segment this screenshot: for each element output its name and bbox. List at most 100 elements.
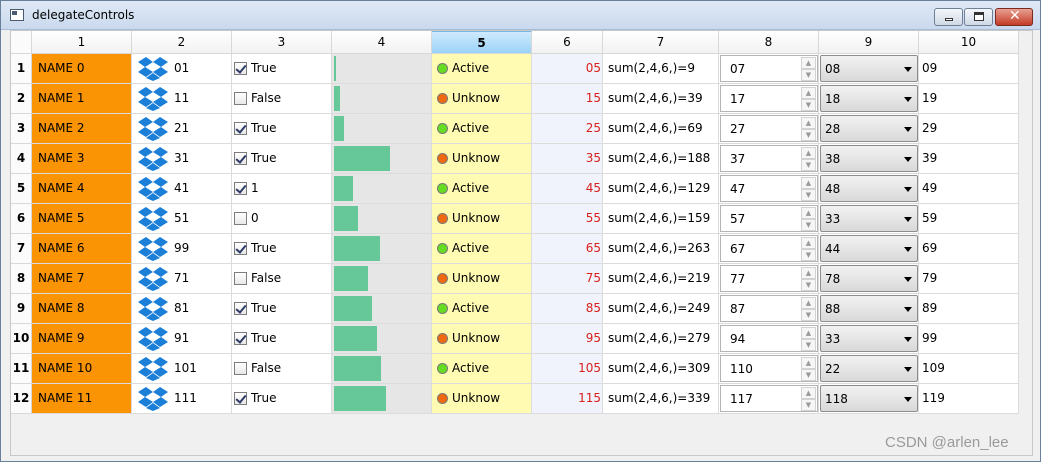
progress-cell[interactable] xyxy=(332,294,432,324)
checkbox[interactable] xyxy=(234,302,247,315)
progress-cell[interactable] xyxy=(332,324,432,354)
last-cell[interactable]: 29 xyxy=(919,114,1019,144)
spin-down-icon[interactable]: ▼ xyxy=(801,249,816,261)
value-cell[interactable]: 95 xyxy=(532,324,603,354)
status-cell[interactable]: Active xyxy=(432,234,532,264)
checkbox-cell[interactable]: False xyxy=(232,354,332,384)
status-cell[interactable]: Active xyxy=(432,114,532,144)
dropdown-arrow-icon[interactable] xyxy=(904,187,912,192)
status-cell[interactable]: Unknow xyxy=(432,84,532,114)
last-cell[interactable]: 109 xyxy=(919,354,1019,384)
checkbox-cell[interactable]: 0 xyxy=(232,204,332,234)
minimize-button[interactable] xyxy=(934,8,963,26)
combobox[interactable]: 28 xyxy=(820,115,918,142)
spin-down-icon[interactable]: ▼ xyxy=(801,279,816,291)
sum-cell[interactable]: sum(2,4,6,)=339 xyxy=(603,384,719,414)
checkbox-cell[interactable]: True xyxy=(232,384,332,414)
checkbox-cell[interactable]: True xyxy=(232,114,332,144)
combobox[interactable]: 44 xyxy=(820,235,918,262)
spin-up-icon[interactable]: ▲ xyxy=(801,237,816,249)
icon-cell[interactable]: 41 xyxy=(132,174,232,204)
close-button[interactable]: ✕ xyxy=(995,8,1033,26)
checkbox-cell[interactable]: False xyxy=(232,264,332,294)
last-cell[interactable]: 69 xyxy=(919,234,1019,264)
sum-cell[interactable]: sum(2,4,6,)=129 xyxy=(603,174,719,204)
value-cell[interactable]: 65 xyxy=(532,234,603,264)
spin-down-icon[interactable]: ▼ xyxy=(801,129,816,141)
last-cell[interactable]: 99 xyxy=(919,324,1019,354)
spin-up-icon[interactable]: ▲ xyxy=(801,297,816,309)
row-header[interactable]: 3 xyxy=(11,114,32,144)
sum-cell[interactable]: sum(2,4,6,)=309 xyxy=(603,354,719,384)
row-header[interactable]: 4 xyxy=(11,144,32,174)
name-cell[interactable]: NAME 7 xyxy=(32,264,132,294)
sum-cell[interactable]: sum(2,4,6,)=69 xyxy=(603,114,719,144)
name-cell[interactable]: NAME 6 xyxy=(32,234,132,264)
spinbox[interactable]: 117 ▲ ▼ xyxy=(720,385,818,412)
combobox[interactable]: 38 xyxy=(820,145,918,172)
checkbox-cell[interactable]: True xyxy=(232,324,332,354)
spinbox[interactable]: 87 ▲ ▼ xyxy=(720,295,818,322)
spin-up-icon[interactable]: ▲ xyxy=(801,327,816,339)
name-cell[interactable]: NAME 5 xyxy=(32,204,132,234)
last-cell[interactable]: 49 xyxy=(919,174,1019,204)
spinbox[interactable]: 57 ▲ ▼ xyxy=(720,205,818,232)
progress-cell[interactable] xyxy=(332,144,432,174)
icon-cell[interactable]: 111 xyxy=(132,384,232,414)
combobox[interactable]: 33 xyxy=(820,325,918,352)
progress-cell[interactable] xyxy=(332,264,432,294)
status-cell[interactable]: Active xyxy=(432,354,532,384)
dropdown-arrow-icon[interactable] xyxy=(904,307,912,312)
checkbox[interactable] xyxy=(234,272,247,285)
progress-cell[interactable] xyxy=(332,354,432,384)
value-cell[interactable]: 25 xyxy=(532,114,603,144)
checkbox-cell[interactable]: False xyxy=(232,84,332,114)
name-cell[interactable]: NAME 8 xyxy=(32,294,132,324)
column-header-3[interactable]: 3 xyxy=(232,31,332,54)
spin-up-icon[interactable]: ▲ xyxy=(801,147,816,159)
checkbox[interactable] xyxy=(234,212,247,225)
value-cell[interactable]: 105 xyxy=(532,354,603,384)
progress-cell[interactable] xyxy=(332,84,432,114)
last-cell[interactable]: 59 xyxy=(919,204,1019,234)
last-cell[interactable]: 09 xyxy=(919,54,1019,84)
combobox[interactable]: 118 xyxy=(820,385,918,412)
last-cell[interactable]: 119 xyxy=(919,384,1019,414)
status-cell[interactable]: Unknow xyxy=(432,324,532,354)
checkbox-cell[interactable]: True xyxy=(232,234,332,264)
icon-cell[interactable]: 51 xyxy=(132,204,232,234)
name-cell[interactable]: NAME 4 xyxy=(32,174,132,204)
spin-down-icon[interactable]: ▼ xyxy=(801,189,816,201)
checkbox-cell[interactable]: True xyxy=(232,54,332,84)
column-header-7[interactable]: 7 xyxy=(603,31,719,54)
progress-cell[interactable] xyxy=(332,384,432,414)
spin-up-icon[interactable]: ▲ xyxy=(801,117,816,129)
spin-up-icon[interactable]: ▲ xyxy=(801,177,816,189)
column-header-8[interactable]: 8 xyxy=(719,31,819,54)
last-cell[interactable]: 89 xyxy=(919,294,1019,324)
spin-down-icon[interactable]: ▼ xyxy=(801,99,816,111)
checkbox-cell[interactable]: True xyxy=(232,294,332,324)
spinbox[interactable]: 37 ▲ ▼ xyxy=(720,145,818,172)
checkbox-cell[interactable]: 1 xyxy=(232,174,332,204)
row-header[interactable]: 8 xyxy=(11,264,32,294)
icon-cell[interactable]: 01 xyxy=(132,54,232,84)
value-cell[interactable]: 55 xyxy=(532,204,603,234)
checkbox[interactable] xyxy=(234,182,247,195)
spin-up-icon[interactable]: ▲ xyxy=(801,267,816,279)
status-cell[interactable]: Unknow xyxy=(432,384,532,414)
checkbox[interactable] xyxy=(234,362,247,375)
combobox[interactable]: 88 xyxy=(820,295,918,322)
icon-cell[interactable]: 99 xyxy=(132,234,232,264)
dropdown-arrow-icon[interactable] xyxy=(904,127,912,132)
spin-down-icon[interactable]: ▼ xyxy=(801,309,816,321)
status-cell[interactable]: Active xyxy=(432,54,532,84)
spinbox[interactable]: 77 ▲ ▼ xyxy=(720,265,818,292)
row-header[interactable]: 5 xyxy=(11,174,32,204)
icon-cell[interactable]: 81 xyxy=(132,294,232,324)
row-header[interactable]: 10 xyxy=(11,324,32,354)
spin-down-icon[interactable]: ▼ xyxy=(801,339,816,351)
table-view[interactable]: 1 2 3 4 5 6 7 8 9 10 1 2 3 4 5 6 7 8 9 10 11 12 NAME 0 01 True… xyxy=(10,30,1033,456)
value-cell[interactable]: 05 xyxy=(532,54,603,84)
column-header-2[interactable]: 2 xyxy=(132,31,232,54)
